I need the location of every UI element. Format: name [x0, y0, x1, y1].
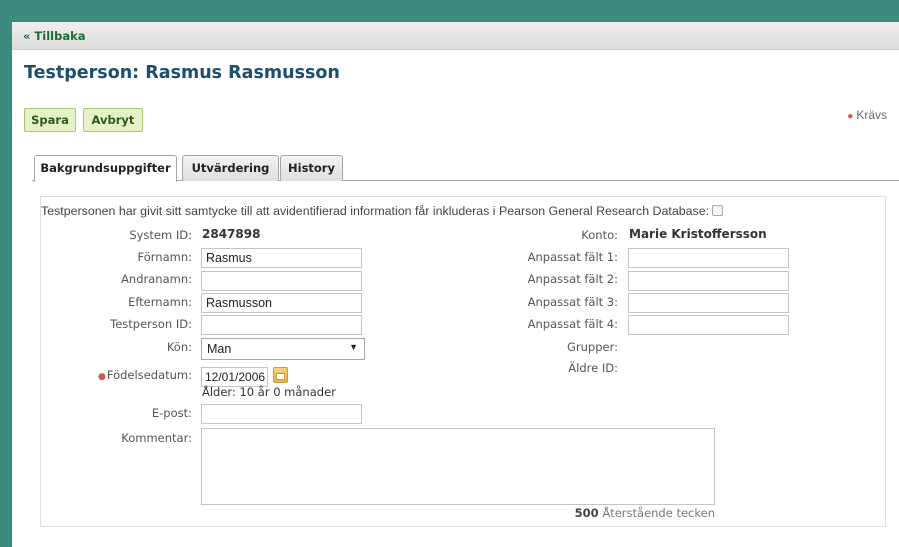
kon-selected-value: Man [207, 342, 232, 356]
fornamn-label: Förnamn: [137, 250, 192, 264]
kon-select[interactable]: Man ▼ [201, 338, 365, 360]
testperson-id-label: Testperson ID: [110, 317, 192, 331]
grupper-label: Grupper: [566, 340, 618, 354]
cancel-button[interactable]: Avbryt [83, 108, 143, 132]
anpassat-2-field[interactable] [628, 271, 789, 291]
epost-label: E-post: [151, 406, 192, 420]
calendar-icon[interactable] [273, 367, 288, 383]
consent-row: Testpersonen har givit sitt samtycke til… [41, 204, 724, 218]
remaining-label: Återstående tecken [602, 506, 715, 520]
required-star-icon: ● [98, 372, 106, 382]
system-id-label: System ID: [129, 228, 192, 242]
fornamn-field[interactable]: Rasmus [201, 248, 362, 268]
kon-label: Kön: [166, 340, 192, 354]
system-id-value: 2847898 [202, 227, 261, 241]
fodelsedatum-field[interactable]: 12/01/2006 [201, 367, 268, 387]
anpassat-4-label: Anpassat fält 4: [527, 317, 618, 331]
andranamn-label: Andranamn: [121, 272, 192, 286]
consent-text: Testpersonen har givit sitt samtycke til… [41, 204, 710, 218]
main-content: « Tillbaka Testperson: Rasmus Rasmusson … [12, 22, 899, 547]
left-frame [0, 22, 12, 547]
required-label: Krävs [856, 108, 887, 122]
tab-history[interactable]: History [280, 155, 343, 181]
chevron-down-icon: ▼ [349, 342, 358, 352]
anpassat-3-label: Anpassat fält 3: [527, 295, 618, 309]
anpassat-4-field[interactable] [628, 315, 789, 335]
andranamn-field[interactable] [201, 271, 362, 291]
konto-value: Marie Kristoffersson [629, 227, 767, 241]
aldre-id-label: Äldre ID: [568, 361, 618, 375]
save-button[interactable]: Spara [24, 108, 76, 132]
epost-field[interactable] [201, 404, 362, 424]
efternamn-field[interactable]: Rasmusson [201, 293, 362, 313]
top-bar [0, 0, 899, 22]
konto-label: Konto: [581, 228, 618, 242]
consent-checkbox[interactable] [712, 205, 724, 216]
tab-bakgrundsuppgifter[interactable]: Bakgrundsuppgifter [34, 155, 177, 182]
anpassat-3-field[interactable] [628, 293, 789, 313]
back-link[interactable]: « Tillbaka [23, 29, 86, 43]
anpassat-2-label: Anpassat fält 2: [527, 272, 618, 286]
required-star-icon: ● [847, 111, 854, 122]
efternamn-label: Efternamn: [128, 295, 192, 309]
fodelsedatum-label-text: Födelsedatum: [106, 368, 192, 382]
anpassat-1-field[interactable] [628, 248, 789, 268]
tab-utvardering[interactable]: Utvärdering [182, 155, 279, 181]
kommentar-textarea[interactable] [201, 428, 715, 505]
required-legend: ● Krävs [847, 108, 887, 122]
anpassat-1-label: Anpassat fält 1: [527, 250, 618, 264]
char-counter: 500 Återstående tecken [575, 506, 715, 520]
fodelsedatum-label: ●Födelsedatum: [22, 368, 192, 382]
page-title: Testperson: Rasmus Rasmusson [24, 63, 340, 83]
testperson-id-field[interactable] [201, 315, 362, 335]
remaining-count: 500 [574, 506, 599, 520]
kommentar-label: Kommentar: [121, 431, 192, 445]
back-bar: « Tillbaka [12, 22, 899, 50]
age-text: Ålder: 10 år 0 månader [202, 385, 336, 399]
